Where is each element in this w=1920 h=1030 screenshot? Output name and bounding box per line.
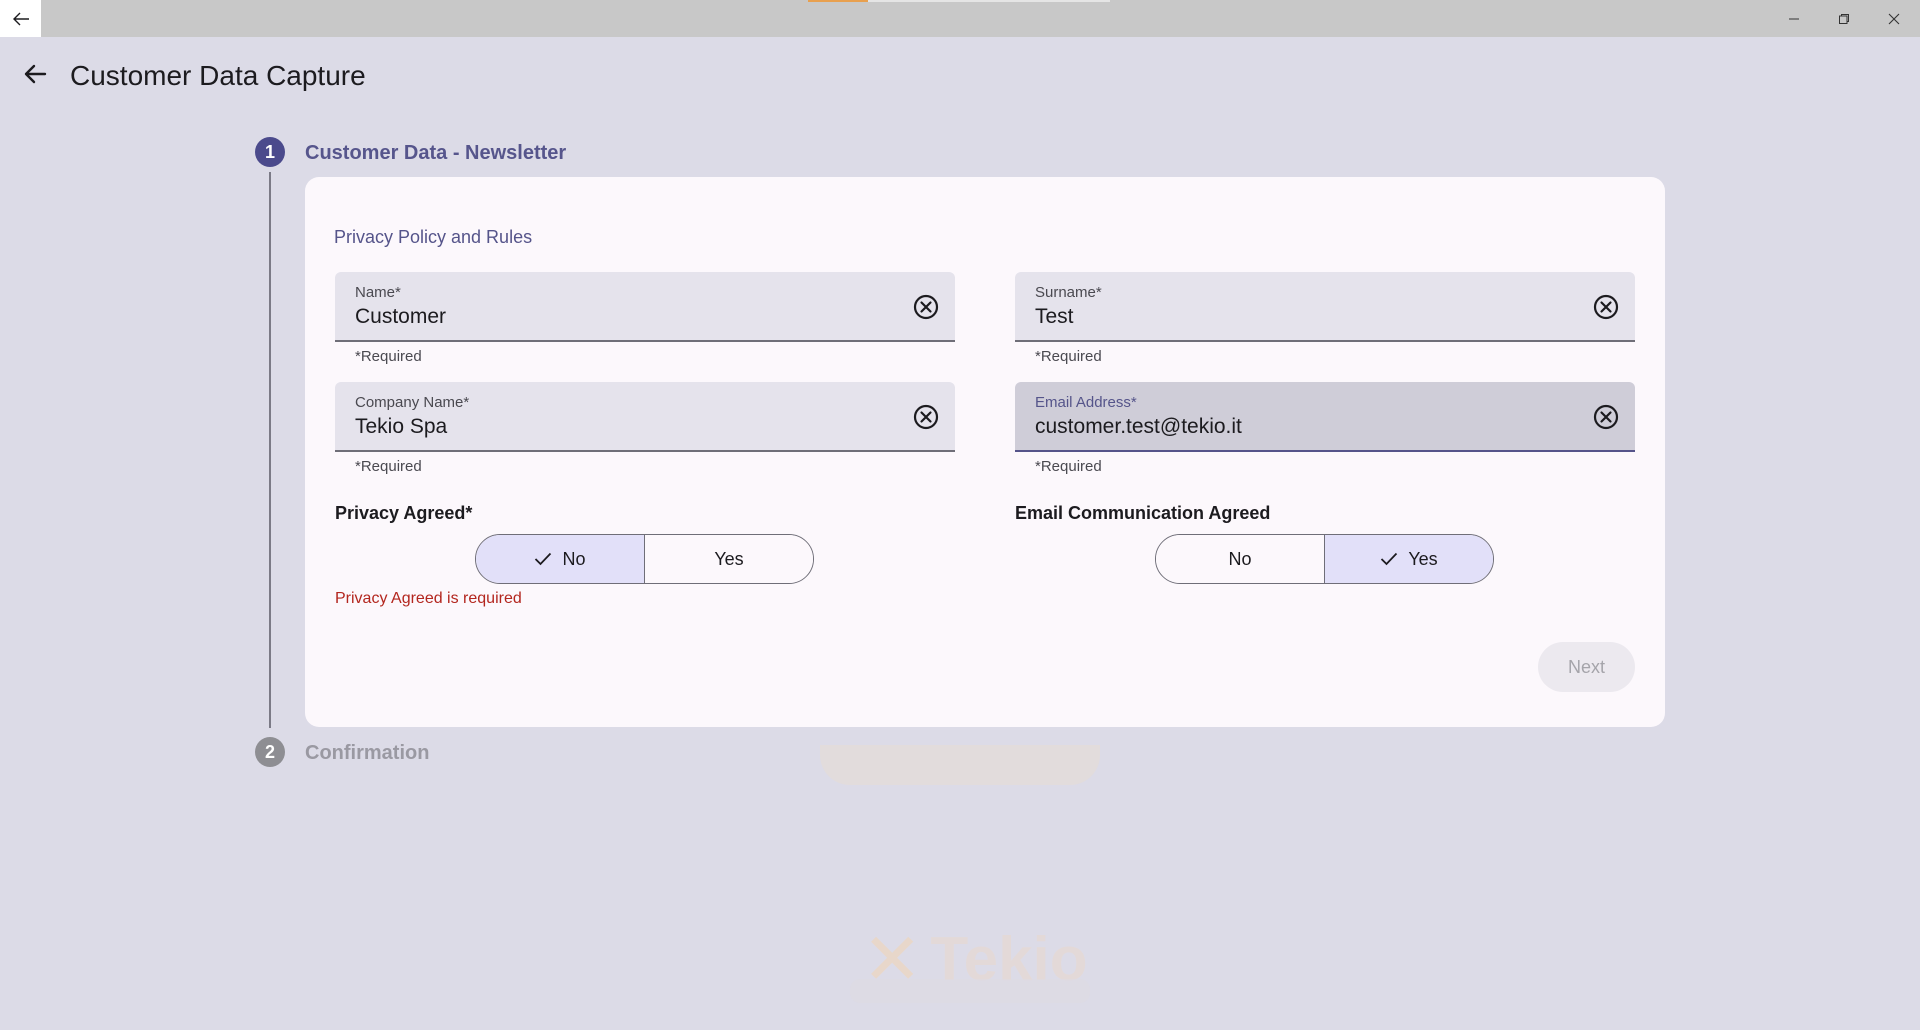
company-name-field-label: Company Name* [355,394,470,411]
email-clear-button[interactable] [1591,402,1621,432]
name-helper-text: *Required [355,348,422,365]
minimize-icon [1789,18,1799,19]
email-field[interactable]: Email Address* [1015,382,1635,452]
surname-helper-text: *Required [1035,348,1102,365]
step-1-indicator[interactable]: 1 [255,137,285,167]
name-clear-button[interactable] [911,292,941,322]
clear-circle-icon [913,404,939,430]
restore-button[interactable] [1820,0,1868,37]
privacy-no-option[interactable]: No [476,535,644,583]
logo-tagline-watermark [850,979,1090,1003]
surname-clear-button[interactable] [1591,292,1621,322]
privacy-agreed-toggle: No Yes [475,534,814,584]
minimize-button[interactable] [1770,0,1818,37]
email-comm-no-option[interactable]: No [1156,535,1324,583]
check-icon [535,552,552,566]
close-icon [1888,13,1900,24]
email-field-label: Email Address* [1035,394,1137,411]
company-name-field[interactable]: Company Name* [335,382,955,452]
app-back-button[interactable] [18,57,52,91]
email-comm-no-label: No [1228,548,1252,569]
name-input[interactable] [355,302,895,332]
surname-field-label: Surname* [1035,284,1102,301]
email-input[interactable] [1035,412,1575,442]
app-header: Customer Data Capture [0,37,1920,117]
stepper-connector [269,172,271,728]
page-title: Customer Data Capture [70,60,366,91]
step-1-label[interactable]: Customer Data - Newsletter [305,142,566,165]
privacy-agreed-label: Privacy Agreed* [335,503,473,523]
name-field-label: Name* [355,284,401,301]
loading-track [868,0,1110,2]
name-field[interactable]: Name* [335,272,955,342]
email-communication-label: Email Communication Agreed [1015,503,1271,523]
clear-circle-icon [1593,294,1619,320]
email-helper-text: *Required [1035,458,1102,475]
clear-circle-icon [1593,404,1619,430]
window-back-button[interactable] [0,0,41,37]
company-name-input[interactable] [355,412,895,442]
privacy-error-text: Privacy Agreed is required [335,590,522,607]
email-communication-toggle: No Yes [1155,534,1494,584]
form-card: Privacy Policy and Rules Name* *Required… [305,177,1665,727]
arrow-left-icon [12,12,29,25]
company-name-helper-text: *Required [355,458,422,475]
email-comm-yes-label: Yes [1408,548,1438,569]
clear-circle-icon [913,294,939,320]
step-2-label[interactable]: Confirmation [305,742,429,765]
privacy-yes-label: Yes [714,548,744,569]
surname-field[interactable]: Surname* [1015,272,1635,342]
surname-input[interactable] [1035,302,1575,332]
loading-indicator [808,0,868,2]
company-name-clear-button[interactable] [911,402,941,432]
next-button[interactable]: Next [1538,642,1635,692]
close-window-button[interactable] [1870,0,1918,37]
privacy-no-label: No [562,548,586,569]
section-title: Privacy Policy and Rules [334,227,533,247]
privacy-yes-option[interactable]: Yes [644,535,813,583]
background-shape [820,745,1100,785]
check-icon [1381,552,1398,566]
arrow-left-icon [24,64,47,84]
window-titlebar [0,0,1920,37]
restore-icon [1839,13,1849,24]
email-comm-yes-option[interactable]: Yes [1324,535,1493,583]
step-2-indicator[interactable]: 2 [255,737,285,767]
